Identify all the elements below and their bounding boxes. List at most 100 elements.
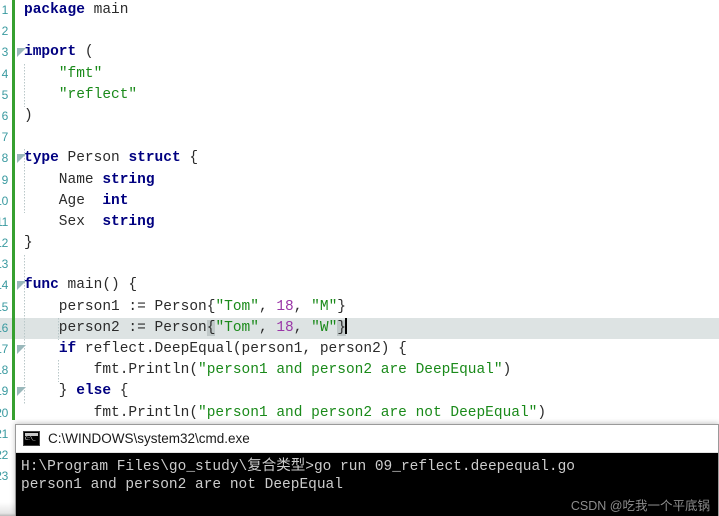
token-kw: package (24, 2, 85, 18)
code-line[interactable]: 9 Name string (0, 170, 719, 191)
code-line[interactable]: 7 (0, 127, 719, 148)
token-punct: ) (24, 107, 33, 124)
code-line-text: "fmt" (24, 64, 719, 85)
csdn-watermark: CSDN @吃我一个平底锅 (570, 499, 710, 513)
token-ident: Age (24, 192, 103, 209)
code-line[interactable]: 12} (0, 233, 719, 254)
token-str: "fmt" (58, 65, 103, 82)
code-line[interactable]: 1 package main (0, 0, 719, 21)
code-line[interactable]: 17 if reflect.DeepEqual(person1, person2… (0, 339, 719, 360)
cmd-console-output[interactable]: H:\Program Files\go_study\复合类型>go run 09… (16, 453, 718, 516)
indent-guide (58, 360, 59, 382)
command-prompt-window[interactable]: C:\WINDOWS\system32\cmd.exe H:\Program F… (15, 424, 719, 516)
code-line-text: } (24, 233, 719, 254)
token-punct (59, 150, 68, 166)
code-line[interactable]: 2 (0, 21, 719, 42)
code-line[interactable]: 5 "reflect" (0, 85, 719, 106)
token-str: "reflect" (58, 86, 138, 103)
line-number: 8 (1, 151, 8, 166)
code-line[interactable]: 4 "fmt" (0, 64, 719, 85)
token-punct (24, 66, 59, 82)
token-kw: type (24, 150, 59, 167)
token-punct: { (180, 150, 199, 167)
line-number: 12 (0, 236, 8, 251)
line-number: 15 (0, 299, 8, 314)
token-punct: , (293, 319, 312, 336)
token-str: "Tom" (215, 319, 259, 336)
token-ident: Name (24, 171, 103, 188)
cmd-title-bar[interactable]: C:\WINDOWS\system32\cmd.exe (16, 425, 718, 453)
code-line-text: ) (24, 106, 719, 127)
token-str: "Tom" (215, 298, 259, 315)
token-ident: person2 := Person (24, 319, 207, 336)
line-number: 11 (0, 214, 8, 229)
code-line[interactable]: 16 person2 := Person{"Tom", 18, "W"} (0, 317, 719, 339)
text-caret (344, 317, 347, 334)
code-fold-triangle-icon[interactable] (16, 386, 27, 397)
token-ident: Sex (24, 213, 103, 230)
cmd-terminal-icon (23, 431, 40, 446)
token-ident: person1 := Person{ (24, 298, 216, 315)
token-kw: string (102, 171, 155, 188)
token-str: "M" (311, 298, 338, 315)
code-line[interactable]: 10 Age int (0, 191, 719, 212)
code-line-text: } else { (24, 381, 719, 402)
token-type: Person (67, 150, 120, 167)
token-punct: } (337, 298, 346, 315)
code-line[interactable]: 20 fmt.Println("person1 and person2 are … (0, 403, 719, 424)
line-number: 20 (0, 405, 8, 420)
token-ident: fmt.Println( (24, 404, 199, 421)
token-kw: import (24, 44, 77, 61)
token-ident: main (93, 2, 129, 18)
code-line-text: import ( (24, 42, 719, 63)
code-line[interactable]: 19 } else { (0, 381, 719, 402)
code-line[interactable]: 13 (0, 254, 719, 275)
token-punct: , (293, 298, 312, 315)
line-number: 7 (1, 130, 8, 145)
line-number: 17 (0, 342, 8, 356)
line-number: 4 (1, 66, 8, 81)
token-punct: { (111, 383, 129, 400)
token-str: "person1 and person2 are not DeepEqual" (198, 404, 538, 421)
code-line[interactable]: 18 fmt.Println("person1 and person2 are … (0, 360, 719, 381)
code-line-text: Sex string (24, 212, 719, 233)
indent-guide (24, 255, 25, 405)
cmd-command-line: H:\Program Files\go_study\复合类型>go run 09… (21, 459, 575, 475)
token-punct: ( (76, 44, 94, 61)
code-line[interactable]: 3 import ( (0, 42, 719, 63)
line-number: 6 (1, 108, 8, 123)
token-punct: } (24, 383, 77, 400)
token-ident: main (67, 277, 103, 294)
code-fold-triangle-icon[interactable] (16, 280, 27, 291)
token-punct (59, 277, 68, 293)
code-line-text: "reflect" (24, 85, 719, 106)
code-line[interactable]: 8 type Person struct { (0, 148, 719, 169)
code-fold-triangle-icon[interactable] (16, 344, 27, 355)
code-fold-triangle-icon[interactable] (16, 153, 27, 164)
line-number: 2 (1, 24, 8, 39)
token-kw: else (76, 383, 112, 400)
code-line-text: type Person struct { (24, 148, 719, 169)
token-num: 18 (276, 298, 294, 315)
code-line[interactable]: 11 Sex string (0, 212, 719, 233)
code-line-text: package main (24, 0, 719, 21)
line-number: 16 (0, 320, 8, 335)
line-number: 19 (0, 384, 8, 399)
indent-guide (58, 318, 59, 340)
code-line-text: fmt.Println("person1 and person2 are Dee… (24, 360, 719, 381)
token-punct: ) (537, 404, 547, 421)
code-line[interactable]: 15 person1 := Person{"Tom", 18, "M"} (0, 297, 719, 318)
indent-guide (24, 64, 25, 107)
token-kw: struct (128, 150, 181, 167)
code-fold-triangle-icon[interactable] (16, 47, 27, 58)
token-punct: } (24, 235, 33, 252)
line-number: 10 (0, 193, 8, 208)
token-kw: string (102, 213, 155, 230)
code-line-text: fmt.Println("person1 and person2 are not… (24, 403, 719, 424)
line-number: 9 (1, 172, 8, 187)
code-line[interactable]: 14 func main() { (0, 275, 719, 296)
line-number: 14 (0, 278, 8, 293)
token-punct (24, 341, 59, 357)
code-line[interactable]: 6) (0, 106, 719, 127)
token-str: "person1 and person2 are DeepEqual" (198, 362, 503, 379)
